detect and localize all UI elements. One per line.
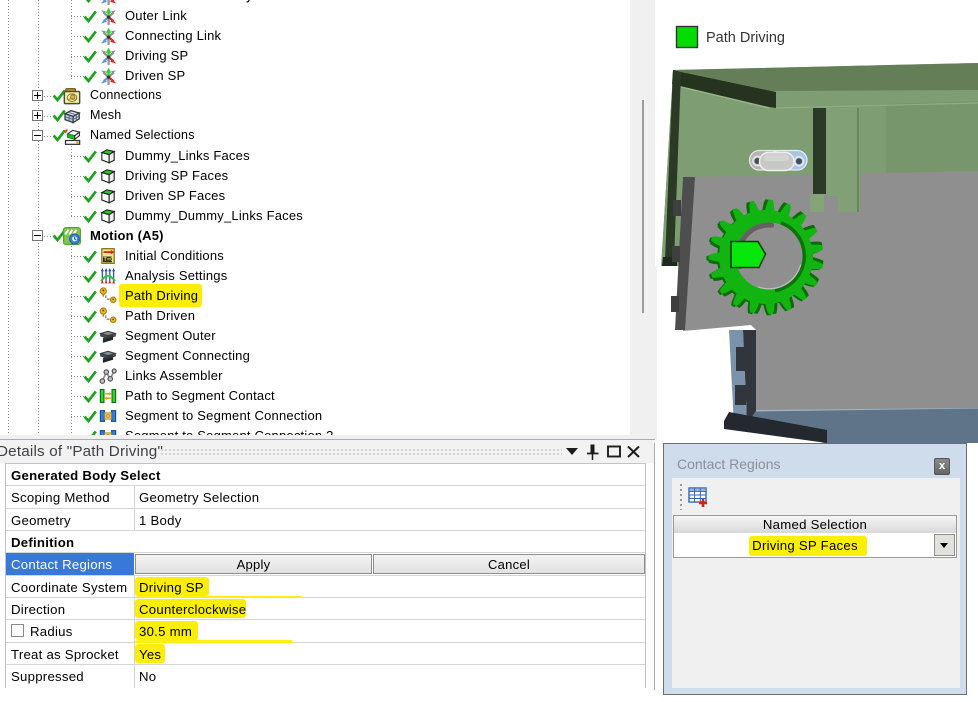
svg-text:Path Driving: Path Driving <box>706 30 785 46</box>
svg-text:T=0: T=0 <box>104 257 114 263</box>
